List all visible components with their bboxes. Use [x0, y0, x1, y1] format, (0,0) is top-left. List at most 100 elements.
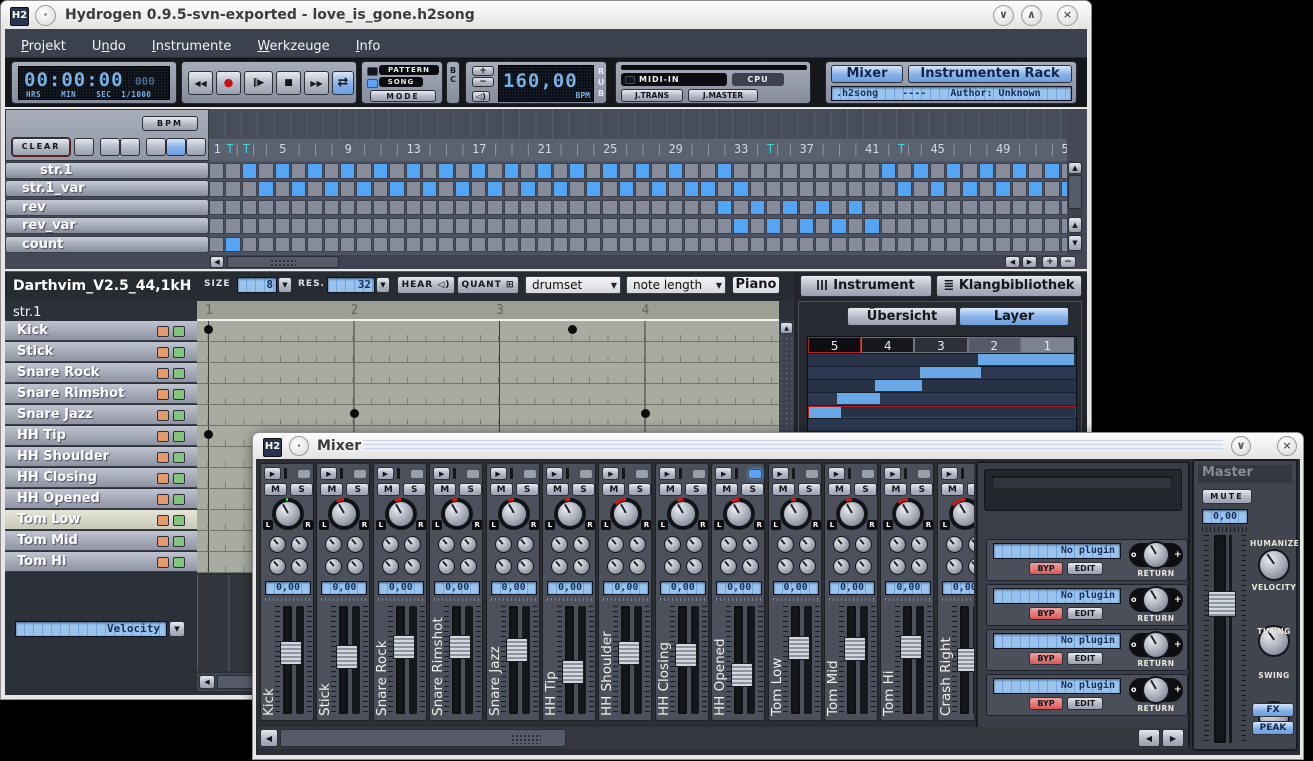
ruler-cell[interactable]: | [307, 142, 323, 156]
property-dropdown-icon[interactable]: ▼ [169, 621, 185, 637]
song-cell[interactable] [258, 237, 273, 253]
song-cell[interactable] [553, 163, 568, 179]
instrument-row[interactable]: Tom Mid [5, 531, 197, 551]
rubberband-button[interactable]: RUB [596, 66, 606, 99]
song-cell[interactable] [913, 218, 928, 234]
song-cell[interactable] [389, 181, 404, 197]
ruler-cell[interactable]: 29 [668, 142, 684, 156]
song-cell[interactable] [520, 163, 535, 179]
song-cell[interactable] [913, 163, 928, 179]
song-cell[interactable] [668, 181, 683, 197]
song-cell[interactable] [537, 163, 552, 179]
song-cell[interactable] [520, 237, 535, 253]
song-cell[interactable] [864, 181, 879, 197]
song-cell[interactable] [1044, 218, 1059, 234]
instrument-row[interactable]: HH Closing [5, 468, 197, 488]
fx-bypass-button[interactable]: BYP [1029, 652, 1063, 665]
ruler-cell[interactable]: | [455, 142, 471, 156]
fx-send-knob-2[interactable] [686, 536, 703, 553]
fx-send-knob-4[interactable] [291, 558, 308, 575]
song-cell[interactable] [553, 200, 568, 216]
fx-return-knob[interactable] [1142, 676, 1170, 704]
fader-handle[interactable] [957, 648, 974, 672]
song-cell[interactable] [1044, 181, 1059, 197]
zoom-in-button[interactable]: + [1042, 256, 1058, 268]
instrument-row[interactable]: Snare Rock [5, 363, 197, 383]
song-cell[interactable] [799, 163, 814, 179]
song-cell[interactable] [275, 163, 290, 179]
song-cell[interactable] [553, 237, 568, 253]
pan-knob[interactable] [949, 498, 974, 530]
song-cell[interactable] [422, 181, 437, 197]
fx-edit-button[interactable]: EDIT [1067, 652, 1103, 665]
mode-button[interactable]: MODE [370, 90, 436, 102]
layer-button[interactable]: Layer [959, 307, 1069, 326]
menu-undo[interactable]: Undo [92, 39, 126, 54]
song-cell[interactable] [225, 237, 240, 253]
mixer-scroll-thumb[interactable] [280, 729, 566, 747]
song-cell[interactable] [684, 237, 699, 253]
instrument-solo-button[interactable] [173, 557, 185, 568]
scroll-left2-icon[interactable]: ◀ [1138, 729, 1160, 747]
fader-handle[interactable] [844, 637, 866, 661]
song-cell[interactable] [717, 200, 732, 216]
song-cell[interactable] [750, 200, 765, 216]
song-cell[interactable] [750, 163, 765, 179]
song-cell[interactable] [602, 237, 617, 253]
ruler-cell[interactable]: | [1028, 142, 1044, 156]
fx-send-knob-4[interactable] [799, 558, 816, 575]
pan-knob[interactable] [610, 498, 642, 530]
fx-send-knob-4[interactable] [855, 558, 872, 575]
song-cell[interactable] [815, 163, 830, 179]
ruler-cell[interactable]: | [782, 142, 798, 156]
fx-send-knob-2[interactable] [742, 536, 759, 553]
song-cell[interactable] [307, 237, 322, 253]
solo-button[interactable]: S [910, 483, 933, 496]
ruler-cell[interactable]: | [422, 142, 438, 156]
show-fx-button[interactable]: FX [1252, 703, 1294, 717]
song-cell[interactable] [619, 163, 634, 179]
song-cell[interactable] [307, 218, 322, 234]
ruler-cell[interactable]: | [258, 142, 274, 156]
song-cell[interactable] [602, 163, 617, 179]
song-cell[interactable] [504, 181, 519, 197]
ruler-cell[interactable]: 53 [1061, 142, 1068, 156]
song-cell[interactable] [831, 218, 846, 234]
solo-button[interactable]: S [572, 483, 595, 496]
song-cell[interactable] [881, 163, 896, 179]
timeline-bpm-button[interactable]: BPM [142, 116, 198, 131]
song-cell[interactable] [635, 200, 650, 216]
vscroll-thumb[interactable] [1068, 175, 1082, 209]
solo-button[interactable]: S [967, 483, 974, 496]
song-cell[interactable] [1012, 181, 1027, 197]
mute-button[interactable]: M [433, 483, 456, 496]
clear-sequence-button[interactable]: CLEAR [12, 138, 70, 156]
ruler-cell[interactable]: | [946, 142, 962, 156]
song-cell[interactable] [389, 237, 404, 253]
ruler-cell[interactable]: T| [897, 142, 913, 156]
fader-handle[interactable] [280, 641, 302, 665]
fader-handle[interactable] [788, 636, 810, 660]
song-cell[interactable] [373, 218, 388, 234]
pan-knob[interactable] [667, 498, 699, 530]
instrument-row[interactable]: HH Shoulder [5, 447, 197, 467]
song-cell[interactable] [979, 218, 994, 234]
record-button[interactable]: ● [216, 71, 241, 95]
song-cell[interactable] [619, 200, 634, 216]
song-cell[interactable] [356, 218, 371, 234]
song-cell[interactable] [1028, 181, 1043, 197]
bpm-plus-button[interactable]: + [472, 66, 494, 76]
song-cell[interactable] [209, 218, 224, 234]
song-cell[interactable] [897, 200, 912, 216]
fx-plugin-name-lcd[interactable]: No plugin [993, 588, 1121, 604]
song-cell[interactable] [995, 163, 1010, 179]
song-cell[interactable] [438, 237, 453, 253]
song-timeline-ruler[interactable]: 1T|T||5|||9|||13|||17|||21|||25|||29|||3… [209, 139, 1067, 161]
song-cell[interactable] [520, 200, 535, 216]
sample-play-button[interactable]: ▶ [659, 467, 676, 480]
fx-send-knob-1[interactable] [720, 536, 737, 553]
zoom-out-button[interactable]: − [1060, 256, 1076, 268]
shade-down-icon[interactable]: ∨ [1231, 436, 1251, 456]
close-icon[interactable]: × [1277, 436, 1297, 456]
ruler-cell[interactable]: | [1011, 142, 1027, 156]
